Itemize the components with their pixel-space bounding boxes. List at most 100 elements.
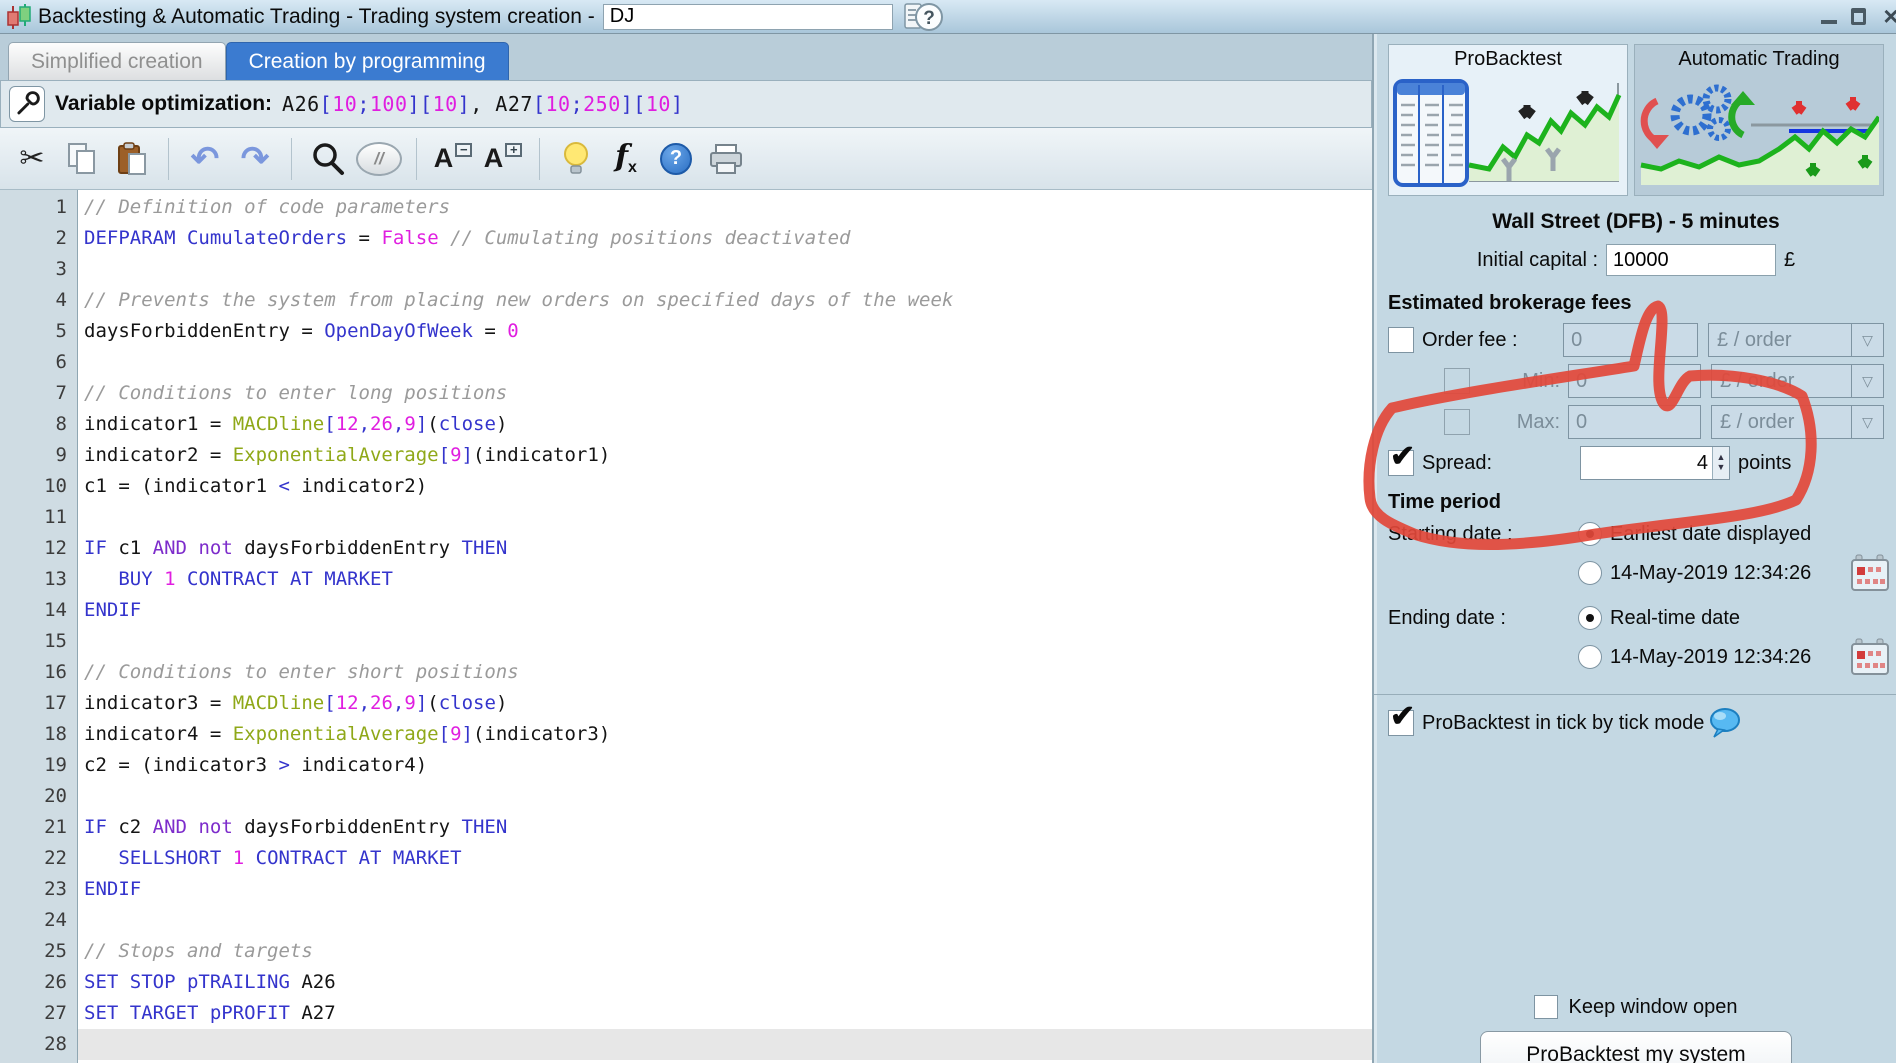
code-line[interactable]: SELLSHORT 1 CONTRACT AT MARKET (78, 843, 1372, 874)
calendar-icon[interactable] (1850, 554, 1890, 592)
tab-simplified-creation[interactable]: Simplified creation (8, 42, 226, 80)
code-line[interactable] (78, 254, 1372, 285)
ending-realtime-radio[interactable] (1578, 606, 1602, 630)
min-fee-row: Min: 0 £ / order ▽ (1388, 364, 1884, 398)
tooltip-bubble-icon[interactable] (1708, 707, 1742, 739)
line-number: 22 (44, 847, 67, 869)
code-line[interactable]: indicator3 = MACDline[12,26,9](close) (78, 688, 1372, 719)
minimize-button[interactable] (1821, 10, 1837, 24)
calendar-icon[interactable] (1850, 638, 1890, 676)
copy-button[interactable] (60, 136, 104, 182)
order-fee-unit-select[interactable]: £ / order ▽ (1708, 323, 1884, 357)
cut-button[interactable]: ✂ (10, 136, 54, 182)
line-number: 12 (44, 537, 67, 559)
spread-checkbox[interactable] (1388, 439, 1415, 476)
code-line[interactable]: // Conditions to enter short positions (78, 657, 1372, 688)
line-number: 11 (44, 506, 67, 528)
hint-button[interactable] (554, 136, 598, 182)
code-line[interactable]: SET STOP pTRAILING A26 (78, 967, 1372, 998)
min-fee-input[interactable]: 0 (1568, 364, 1701, 398)
insert-function-button[interactable]: fx (604, 136, 648, 182)
code-line[interactable] (78, 347, 1372, 378)
paste-button[interactable] (110, 136, 154, 182)
time-period-heading: Time period (1388, 491, 1501, 513)
line-number: 27 (44, 1002, 67, 1024)
code-editor[interactable]: 1 2 3 4 5 6 7 8 9 10 11 12 13 14 15 16 17 18 19 20 21 22 23 24 2… (0, 190, 1372, 1063)
system-name-input[interactable] (602, 3, 893, 30)
window-title: Backtesting & Automatic Trading - Tradin… (38, 4, 595, 28)
code-line[interactable] (78, 502, 1372, 533)
code-line[interactable]: indicator4 = ExponentialAverage[9](indic… (78, 719, 1372, 750)
wrench-icon (17, 91, 40, 115)
starting-date-radio[interactable] (1578, 561, 1602, 585)
min-fee-unit-value: £ / order (1719, 369, 1795, 392)
code-line[interactable] (78, 1029, 1372, 1060)
order-fee-input[interactable]: 0 (1563, 323, 1699, 357)
max-fee-unit-select[interactable]: £ / order ▽ (1710, 405, 1884, 439)
code-line[interactable]: ENDIF (78, 874, 1372, 905)
code-line[interactable] (78, 626, 1372, 657)
code-line[interactable]: ENDIF (78, 595, 1372, 626)
code-line[interactable]: daysForbiddenEntry = OpenDayOfWeek = 0 (78, 316, 1372, 347)
code-line[interactable] (78, 781, 1372, 812)
max-fee-checkbox[interactable] (1444, 409, 1470, 435)
starting-earliest-radio[interactable] (1578, 522, 1602, 546)
tab-probacktest[interactable]: ProBacktest (1388, 44, 1628, 196)
code-line[interactable]: // Definition of code parameters (78, 192, 1372, 223)
line-number: 2 (55, 227, 67, 249)
line-number: 7 (55, 382, 67, 404)
spread-value: 4 (1696, 451, 1708, 474)
code-line[interactable]: DEFPARAM CumulateOrders = False // Cumul… (78, 223, 1372, 254)
max-fee-row: Max: 0 £ / order ▽ (1388, 405, 1884, 439)
tab-creation-by-programming[interactable]: Creation by programming (225, 42, 509, 80)
order-fee-checkbox[interactable] (1388, 327, 1414, 353)
redo-button[interactable]: ↷ (233, 136, 277, 182)
probacktest-my-system-button[interactable]: ProBacktest my system (1480, 1031, 1792, 1063)
code-line[interactable]: indicator1 = MACDline[12,26,9](close) (78, 409, 1372, 440)
min-fee-checkbox[interactable] (1444, 368, 1470, 394)
help-button[interactable]: ? (654, 136, 698, 182)
print-button[interactable] (704, 136, 748, 182)
max-fee-input[interactable]: 0 (1568, 405, 1701, 439)
code-line[interactable] (78, 905, 1372, 936)
spread-stepper[interactable]: ▲ ▼ (1712, 447, 1729, 479)
variable-optimization-values[interactable]: A26[10;100][10], A27[10;250][10] (282, 92, 683, 116)
code-line[interactable]: c1 = (indicator1 < indicator2) (78, 471, 1372, 502)
code-line[interactable]: BUY 1 CONTRACT AT MARKET (78, 564, 1372, 595)
dropdown-arrow-icon: ▽ (1851, 365, 1883, 397)
code-area[interactable]: // Definition of code parameters DEFPARAM… (78, 190, 1372, 1063)
search-button[interactable] (306, 136, 350, 182)
keep-window-checkbox[interactable] (1534, 995, 1559, 1019)
code-line[interactable]: // Conditions to enter long positions (78, 378, 1372, 409)
creation-pane: Simplified creation Creation by programm… (0, 34, 1374, 1063)
code-line[interactable]: c2 = (indicator3 > indicator4) (78, 750, 1372, 781)
spread-input[interactable]: 4 ▲ ▼ (1580, 446, 1730, 480)
initial-capital-input[interactable] (1606, 244, 1777, 276)
tab-automatic-trading[interactable]: Automatic Trading (1634, 44, 1884, 196)
code-line[interactable]: indicator2 = ExponentialAverage[9](indic… (78, 440, 1372, 471)
code-line[interactable]: // Stops and targets (78, 936, 1372, 967)
line-number: 24 (44, 909, 67, 931)
paste-icon (118, 141, 146, 175)
undo-button[interactable]: ↶ (183, 136, 227, 182)
comment-button[interactable]: // (356, 136, 402, 182)
line-number: 6 (55, 351, 67, 373)
dropdown-arrow-icon: ▽ (1851, 406, 1883, 438)
ending-date-radio[interactable] (1578, 645, 1602, 669)
code-line[interactable]: SET TARGET pPROFIT A27 (78, 998, 1372, 1029)
increase-font-button[interactable]: A + (481, 136, 525, 182)
variable-optimization-button[interactable] (9, 86, 45, 122)
close-button[interactable]: × (1880, 1, 1896, 31)
titlebar-help-icon[interactable]: ? (903, 1, 945, 33)
min-fee-unit-select[interactable]: £ / order ▽ (1710, 364, 1884, 398)
tick-mode-checkbox[interactable] (1388, 699, 1415, 736)
max-fee-label: Max: (1516, 410, 1561, 433)
maximize-button[interactable] (1851, 8, 1866, 25)
code-line[interactable]: // Prevents the system from placing new … (78, 285, 1372, 316)
starting-date-label: Starting date : (1388, 522, 1513, 545)
instrument-timeframe-label: Wall Street (DFB) - 5 minutes (1492, 210, 1780, 233)
decrease-font-button[interactable]: A − (431, 136, 475, 182)
code-line[interactable]: IF c2 AND not daysForbiddenEntry THEN (78, 812, 1372, 843)
line-number: 21 (44, 816, 67, 838)
code-line[interactable]: IF c1 AND not daysForbiddenEntry THEN (78, 533, 1372, 564)
